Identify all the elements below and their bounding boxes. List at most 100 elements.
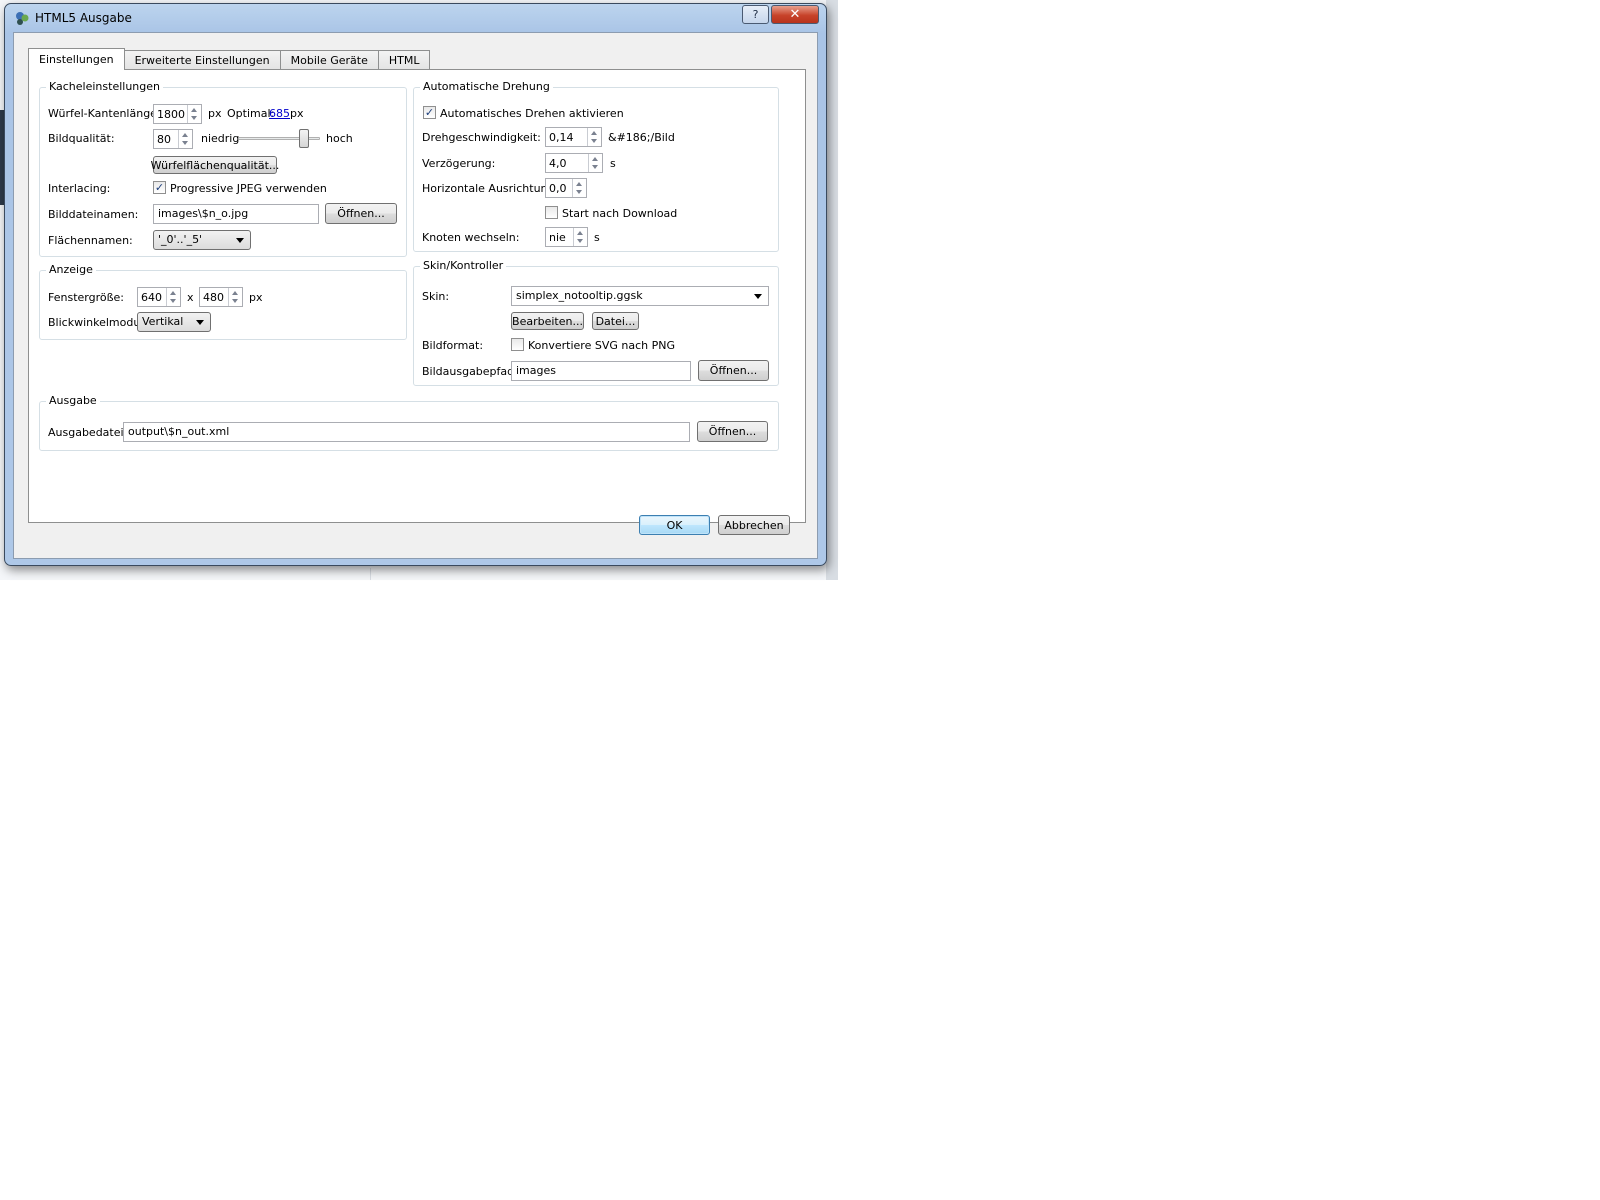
interlacing-label: Interlacing:	[48, 182, 111, 195]
close-icon: ✕	[789, 7, 801, 22]
spin-arrows-icon[interactable]	[178, 130, 192, 148]
cube-size-label: Würfel-Kantenlänge:	[48, 107, 161, 120]
delay-unit: s	[610, 157, 616, 170]
output-file-label: Ausgabedatei:	[48, 426, 128, 439]
times-label: x	[187, 291, 194, 304]
chevron-down-icon	[196, 320, 204, 325]
tab-erweiterte-einstellungen[interactable]: Erweiterte Einstellungen	[123, 50, 281, 70]
quality-high-label: hoch	[326, 132, 353, 145]
skin-select[interactable]: simplex_notooltip.ggsk	[511, 286, 769, 306]
image-format-label: Bildformat:	[422, 339, 484, 352]
spin-arrows-icon[interactable]	[228, 288, 242, 306]
window-height-value: 480	[203, 291, 224, 304]
speed-unit: &#186;/Bild	[608, 131, 675, 144]
output-path-open-button[interactable]: Öffnen...	[698, 360, 769, 381]
optimal-value-link[interactable]: 685	[269, 107, 290, 120]
tab-html[interactable]: HTML	[377, 50, 431, 70]
view-mode-label: Blickwinkelmodus:	[48, 316, 150, 329]
output-path-label: Bildausgabepfad:	[422, 365, 518, 378]
dialog-client-area: Einstellungen Erweiterte Einstellungen M…	[13, 32, 818, 559]
auto-rotate-checkbox[interactable]: ✓	[423, 106, 436, 119]
node-switch-value: nie	[549, 231, 566, 244]
spin-arrows-icon[interactable]	[187, 105, 201, 123]
horizon-value: 0,0	[549, 182, 567, 195]
speed-label: Drehgeschwindigkeit:	[422, 131, 541, 144]
filenames-open-button[interactable]: Öffnen...	[325, 203, 397, 224]
optimal-label: Optimal:	[227, 107, 275, 120]
help-icon: ?	[752, 8, 759, 21]
group-title: Ausgabe	[46, 394, 100, 407]
window-size-unit: px	[249, 291, 263, 304]
node-switch-spinbox[interactable]: nie	[545, 227, 588, 247]
html5-output-dialog: HTML5 Ausgabe ? ✕ Einstellungen Erweiter…	[4, 3, 827, 566]
group-anzeige: Anzeige Fenstergröße: 640 x 480 px Blick…	[39, 263, 407, 340]
cube-size-spinbox[interactable]: 1800	[153, 104, 202, 124]
quality-low-label: niedrig	[201, 132, 240, 145]
cube-size-unit: px	[208, 107, 222, 120]
window-size-label: Fenstergröße:	[48, 291, 125, 304]
ok-button[interactable]: OK	[639, 515, 710, 535]
quality-spinbox[interactable]: 80	[153, 129, 193, 149]
facenames-value: '_0'..'_5'	[158, 233, 203, 246]
facenames-select[interactable]: '_0'..'_5'	[153, 230, 251, 250]
title-bar[interactable]: HTML5 Ausgabe ? ✕	[5, 4, 826, 32]
spin-arrows-icon[interactable]	[587, 128, 601, 146]
spin-arrows-icon[interactable]	[588, 154, 602, 172]
group-kacheleinstellungen: Kacheleinstellungen Würfel-Kantenlänge: …	[39, 80, 407, 257]
node-switch-label: Knoten wechseln:	[422, 231, 520, 244]
tab-panel-einstellungen: Kacheleinstellungen Würfel-Kantenlänge: …	[28, 69, 806, 523]
spin-arrows-icon[interactable]	[573, 228, 587, 246]
quality-value: 80	[157, 133, 171, 146]
chevron-down-icon	[236, 238, 244, 243]
spin-arrows-icon[interactable]	[572, 179, 586, 197]
group-automatische-drehung: Automatische Drehung ✓ Automatisches Dre…	[413, 80, 779, 252]
output-path-input[interactable]: images	[511, 361, 691, 381]
delay-label: Verzögerung:	[422, 157, 496, 170]
quality-slider-thumb[interactable]	[299, 129, 310, 148]
delay-spinbox[interactable]: 4,0	[545, 153, 603, 173]
horizon-spinbox[interactable]: 0,0	[545, 178, 587, 198]
tab-einstellungen[interactable]: Einstellungen	[28, 48, 125, 70]
facenames-label: Flächennamen:	[48, 234, 133, 247]
group-title: Automatische Drehung	[420, 80, 553, 93]
convert-svg-checkbox[interactable]	[511, 338, 524, 351]
skin-value: simplex_notooltip.ggsk	[516, 289, 643, 302]
view-mode-value: Vertikal	[142, 315, 184, 328]
cube-size-value: 1800	[157, 108, 185, 121]
close-button[interactable]: ✕	[771, 5, 819, 24]
node-switch-unit: s	[594, 231, 600, 244]
group-ausgabe: Ausgabe Ausgabedatei: output\$n_out.xml …	[39, 394, 779, 451]
group-title: Anzeige	[46, 263, 96, 276]
progressive-jpeg-checkbox[interactable]: ✓	[153, 181, 166, 194]
auto-rotate-label: Automatisches Drehen aktivieren	[440, 107, 624, 120]
window-title: HTML5 Ausgabe	[35, 11, 132, 25]
output-file-input[interactable]: output\$n_out.xml	[123, 422, 690, 442]
group-title: Skin/Kontroller	[420, 259, 507, 272]
cancel-button[interactable]: Abbrechen	[718, 515, 790, 535]
start-after-download-checkbox[interactable]	[545, 206, 558, 219]
tab-mobile-geraete[interactable]: Mobile Geräte	[279, 50, 379, 70]
group-skin-kontroller: Skin/Kontroller Skin: simplex_notooltip.…	[413, 259, 779, 386]
spin-arrows-icon[interactable]	[166, 288, 180, 306]
view-mode-select[interactable]: Vertikal	[137, 312, 211, 332]
help-button[interactable]: ?	[742, 5, 769, 24]
chevron-down-icon	[754, 294, 762, 299]
face-quality-button[interactable]: Würfelflächenqualität...	[151, 156, 279, 174]
skin-file-button[interactable]: Datei...	[592, 312, 639, 330]
output-file-open-button[interactable]: Öffnen...	[697, 421, 768, 442]
window-height-spinbox[interactable]: 480	[199, 287, 243, 307]
app-icon	[16, 12, 29, 25]
skin-edit-button[interactable]: Bearbeiten...	[511, 312, 584, 330]
delay-value: 4,0	[549, 157, 567, 170]
tab-bar: Einstellungen Erweiterte Einstellungen M…	[28, 48, 431, 70]
window-width-value: 640	[141, 291, 162, 304]
filenames-input[interactable]: images\$n_o.jpg	[153, 204, 319, 224]
start-after-download-label: Start nach Download	[562, 207, 678, 220]
speed-spinbox[interactable]: 0,14	[545, 127, 602, 147]
convert-svg-label: Konvertiere SVG nach PNG	[528, 339, 675, 352]
filenames-label: Bilddateinamen:	[48, 208, 139, 221]
horizon-label: Horizontale Ausrichtung:	[422, 182, 559, 195]
progressive-jpeg-label: Progressive JPEG verwenden	[170, 182, 327, 195]
optimal-unit: px	[290, 107, 304, 120]
window-width-spinbox[interactable]: 640	[137, 287, 181, 307]
